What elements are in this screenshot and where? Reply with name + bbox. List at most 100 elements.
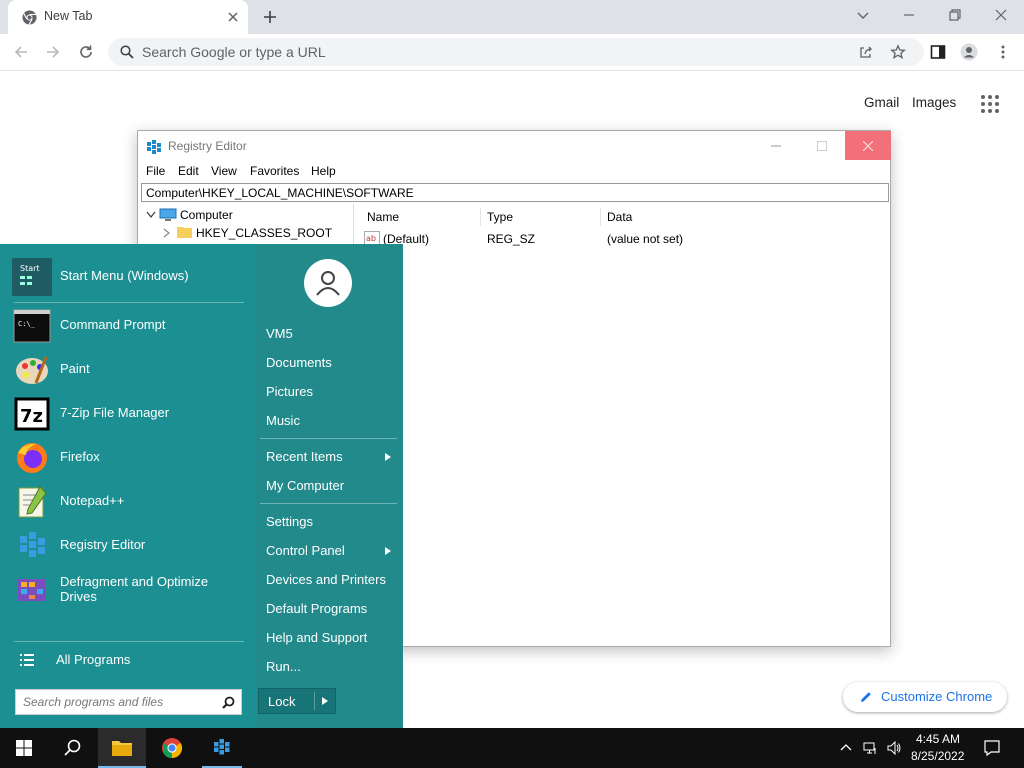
taskbar: 4:45 AM 8/25/2022 <box>0 728 1024 768</box>
clock-time[interactable]: 4:45 AM <box>916 732 960 746</box>
notifications-icon[interactable] <box>983 739 1001 757</box>
start-search-input[interactable]: Search programs and files <box>15 689 242 715</box>
forward-icon[interactable] <box>44 43 62 61</box>
lock-label: Lock <box>268 694 296 709</box>
windows-logo-icon <box>16 740 32 756</box>
clock-date[interactable]: 8/25/2022 <box>911 749 964 763</box>
list-icon <box>20 654 34 666</box>
link-my-computer[interactable]: My Computer <box>266 478 344 493</box>
link-music[interactable]: Music <box>266 413 300 428</box>
side-panel-icon[interactable] <box>929 43 947 61</box>
tree-item-computer[interactable]: Computer <box>180 208 233 222</box>
close-window-icon[interactable] <box>993 7 1009 23</box>
bookmark-star-icon[interactable] <box>890 44 906 60</box>
back-icon[interactable] <box>12 43 30 61</box>
volume-icon[interactable] <box>886 740 902 756</box>
registry-editor-icon <box>147 140 161 154</box>
user-avatar[interactable] <box>304 259 352 307</box>
tree-item-hkey-classes-root[interactable]: HKEY_CLASSES_ROOT <box>196 226 332 240</box>
search-icon <box>120 45 134 59</box>
link-user-vm5[interactable]: VM5 <box>266 326 293 341</box>
program-label: Command Prompt <box>60 317 166 332</box>
svg-text:7z: 7z <box>20 406 43 427</box>
start-button[interactable] <box>0 728 48 768</box>
close-icon <box>863 141 873 151</box>
program-defrag[interactable]: Defragment and Optimize Drives <box>12 570 244 610</box>
7zip-icon: 7z <box>14 397 50 431</box>
link-documents[interactable]: Documents <box>266 355 332 370</box>
separator <box>260 503 397 504</box>
link-devices-and-printers[interactable]: Devices and Printers <box>266 572 386 587</box>
program-7zip[interactable]: 7z 7-Zip File Manager <box>12 394 244 434</box>
more-menu-icon[interactable] <box>994 43 1012 61</box>
new-tab-icon[interactable] <box>262 9 278 25</box>
defrag-icon <box>18 579 46 601</box>
program-start-menu[interactable]: Start Start Menu (Windows) <box>12 257 244 297</box>
program-label: Start Menu (Windows) <box>60 268 189 283</box>
profile-icon[interactable] <box>960 43 978 61</box>
program-registry-editor[interactable]: Registry Editor <box>12 526 244 566</box>
tab-close-icon[interactable] <box>226 10 240 24</box>
column-separator <box>480 208 481 226</box>
reload-icon[interactable] <box>77 43 95 61</box>
reg-maximize-button[interactable] <box>799 131 845 160</box>
customize-chrome-button[interactable]: Customize Chrome <box>843 682 1007 712</box>
program-firefox[interactable]: Firefox <box>12 438 244 478</box>
command-prompt-icon: C:\_ <box>13 309 51 343</box>
program-paint[interactable]: Paint <box>12 350 244 390</box>
browser-toolbar: Search Google or type a URL <box>0 34 1024 71</box>
taskbar-chrome[interactable] <box>148 728 196 768</box>
tab-title: New Tab <box>44 9 93 23</box>
taskbar-file-explorer[interactable] <box>98 728 146 768</box>
google-apps-icon[interactable] <box>980 94 1000 114</box>
program-command-prompt[interactable]: C:\_ Command Prompt <box>12 306 244 346</box>
user-icon <box>316 271 340 296</box>
column-header-data[interactable]: Data <box>607 210 632 224</box>
firefox-icon <box>17 443 47 473</box>
all-programs-button[interactable]: All Programs <box>56 652 130 667</box>
images-link[interactable]: Images <box>912 95 956 110</box>
collapsed-chevron-icon[interactable] <box>163 228 170 238</box>
taskbar-registry-editor[interactable] <box>198 728 246 768</box>
omnibox[interactable]: Search Google or type a URL <box>108 38 924 66</box>
menu-favorites[interactable]: Favorites <box>250 164 299 178</box>
link-run[interactable]: Run... <box>266 659 301 674</box>
share-icon[interactable] <box>858 44 874 60</box>
program-notepadpp[interactable]: Notepad++ <box>12 482 244 522</box>
link-settings[interactable]: Settings <box>266 514 313 529</box>
menu-view[interactable]: View <box>211 164 237 178</box>
submenu-arrow-icon <box>385 453 391 461</box>
column-header-type[interactable]: Type <box>487 210 513 224</box>
reg-minimize-button[interactable] <box>753 131 799 160</box>
gmail-link[interactable]: Gmail <box>864 95 899 110</box>
taskbar-search-button[interactable] <box>48 728 96 768</box>
separator <box>314 692 315 710</box>
tray-chevron-icon[interactable] <box>838 740 854 756</box>
expanded-chevron-icon[interactable] <box>146 211 156 219</box>
menu-help[interactable]: Help <box>311 164 336 178</box>
search-icon[interactable] <box>222 696 235 709</box>
chrome-icon <box>162 738 183 759</box>
link-default-programs[interactable]: Default Programs <box>266 601 367 616</box>
power-options-arrow-icon[interactable] <box>322 697 328 705</box>
lock-button[interactable]: Lock <box>258 688 336 714</box>
start-menu: Start Start Menu (Windows) C:\_ Command … <box>0 244 403 728</box>
reg-close-button[interactable] <box>845 131 891 160</box>
link-help-and-support[interactable]: Help and Support <box>266 630 367 645</box>
network-icon[interactable] <box>862 740 878 756</box>
tab-new-tab[interactable]: New Tab <box>8 0 248 34</box>
link-control-panel[interactable]: Control Panel <box>266 543 345 558</box>
menu-edit[interactable]: Edit <box>178 164 199 178</box>
restore-icon[interactable] <box>947 7 963 23</box>
registry-editor-title: Registry Editor <box>168 139 247 153</box>
link-recent-items[interactable]: Recent Items <box>266 449 343 464</box>
start-icon-text: Start <box>20 264 40 273</box>
registry-address-bar[interactable]: Computer\HKEY_LOCAL_MACHINE\SOFTWARE <box>141 183 889 202</box>
menu-file[interactable]: File <box>146 164 165 178</box>
tab-search-chevron-icon[interactable] <box>855 7 871 23</box>
paint-icon <box>16 356 48 384</box>
link-pictures[interactable]: Pictures <box>266 384 313 399</box>
column-header-name[interactable]: Name <box>367 210 399 224</box>
value-type: REG_SZ <box>487 232 536 246</box>
minimize-icon[interactable] <box>901 7 917 23</box>
